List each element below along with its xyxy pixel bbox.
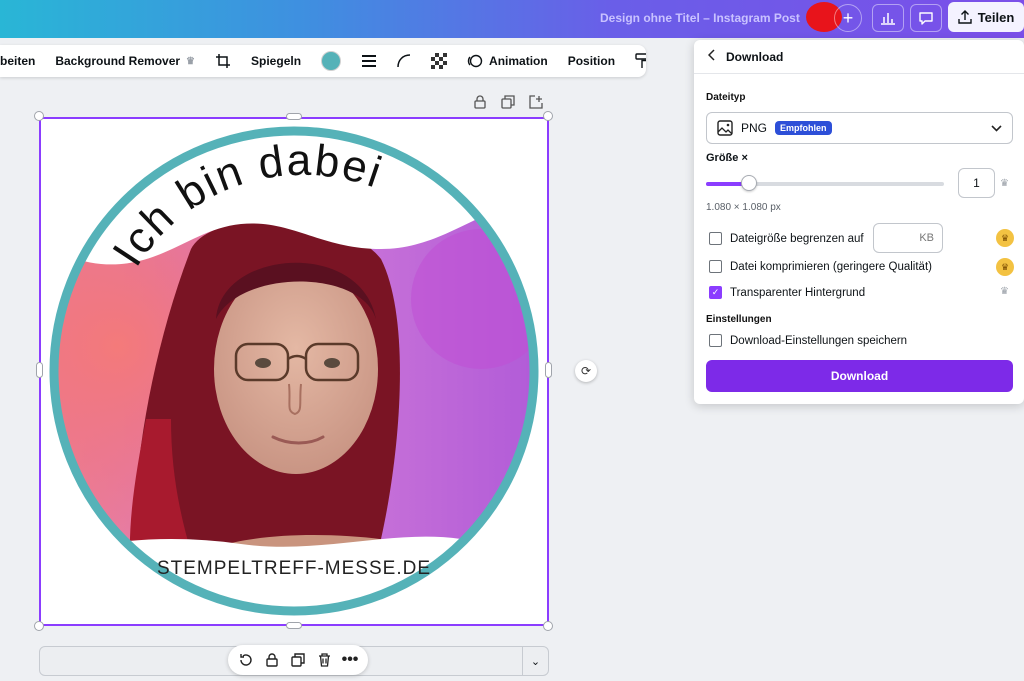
border-color-button[interactable]	[311, 45, 351, 77]
size-slider[interactable]	[706, 175, 944, 191]
size-input[interactable]: 1	[958, 168, 995, 198]
rotate-icon[interactable]: ⟳	[575, 360, 597, 382]
upload-icon	[957, 10, 972, 24]
back-chevron-icon[interactable]	[707, 49, 716, 64]
pro-crown-icon: ♛	[996, 258, 1014, 276]
panel-header: Download	[694, 40, 1024, 74]
color-swatch	[321, 51, 342, 71]
animation-label: Animation	[489, 54, 548, 68]
selection-actions	[472, 94, 544, 110]
insights-button[interactable]	[872, 4, 904, 32]
resize-handle-top-right[interactable]	[543, 111, 553, 121]
limit-size-row[interactable]: Dateigröße begrenzen auf	[709, 232, 864, 245]
image-toolbar: beiten Background Remover ♛ Spiegeln Ani…	[0, 45, 646, 77]
save-settings-checkbox[interactable]	[709, 334, 722, 347]
bar-chart-icon	[881, 13, 895, 25]
download-button[interactable]: Download	[706, 360, 1013, 392]
crop-button[interactable]	[205, 45, 241, 77]
add-button[interactable]: +	[834, 4, 862, 32]
resize-handle-right[interactable]	[545, 362, 552, 378]
border-style-button[interactable]	[351, 45, 387, 77]
comment-button[interactable]	[910, 4, 942, 32]
filetype-value: PNG	[741, 121, 768, 135]
share-button[interactable]: Teilen	[948, 2, 1024, 32]
trash-icon[interactable]	[316, 652, 332, 668]
add-page-icon[interactable]	[528, 94, 544, 110]
chevron-down-icon	[991, 121, 1002, 135]
transparency-button[interactable]	[421, 45, 457, 77]
limit-size-label: Dateigröße begrenzen auf	[730, 232, 864, 245]
compress-label: Datei komprimieren (geringere Qualität)	[730, 260, 932, 273]
resize-handle-bottom[interactable]	[286, 622, 302, 629]
duplicate-icon[interactable]	[290, 652, 306, 668]
resize-handle-bottom-right[interactable]	[543, 621, 553, 631]
panel-title: Download	[726, 49, 784, 64]
floating-toolbar: •••	[228, 645, 368, 675]
transparent-label: Transparenter Hintergrund	[730, 286, 866, 299]
compress-row[interactable]: Datei komprimieren (geringere Qualität)	[709, 260, 932, 273]
kb-input[interactable]: KB	[873, 223, 943, 253]
download-panel: Download Dateityp PNG Empfohlen Größe × …	[694, 40, 1024, 404]
profile-badge-image: Ich bin dabei STEMPELTREFF-MESSE.DE	[49, 126, 539, 616]
lock-icon[interactable]	[472, 94, 488, 110]
paint-format-button[interactable]	[625, 45, 646, 77]
comment-icon	[919, 12, 933, 25]
refresh-comment-icon[interactable]	[238, 652, 254, 668]
transparent-checkbox[interactable]: ✓	[709, 286, 722, 299]
size-label: Größe ×	[706, 152, 748, 164]
corner-rounding-button[interactable]	[387, 45, 421, 77]
resize-handle-top[interactable]	[286, 113, 302, 120]
filetype-select[interactable]: PNG Empfohlen	[706, 112, 1013, 144]
save-settings-row[interactable]: Download-Einstellungen speichern	[709, 334, 907, 347]
limit-size-checkbox[interactable]	[709, 232, 722, 245]
resize-handle-top-left[interactable]	[34, 111, 44, 121]
image-icon	[717, 120, 733, 136]
flip-button[interactable]: Spiegeln	[241, 45, 311, 77]
top-bar: Design ohne Titel – Instagram Post + Tei…	[0, 0, 1024, 38]
share-label: Teilen	[977, 9, 1015, 25]
dimensions-text: 1.080 × 1.080 px	[706, 202, 781, 213]
corner-curve-icon	[397, 54, 411, 68]
animation-button[interactable]: Animation	[457, 45, 558, 77]
compress-checkbox[interactable]	[709, 260, 722, 273]
filetype-label: Dateityp	[706, 92, 746, 103]
paint-roller-icon	[635, 53, 646, 68]
badge-bottom-text: STEMPELTREFF-MESSE.DE	[157, 558, 431, 579]
lock-icon[interactable]	[264, 652, 280, 668]
crop-icon	[216, 54, 231, 68]
pro-crown-icon: ♛	[996, 229, 1014, 247]
resize-handle-left[interactable]	[36, 362, 43, 378]
crown-icon: ♛	[186, 55, 196, 67]
animation-icon	[467, 54, 483, 68]
document-title[interactable]: Design ohne Titel – Instagram Post	[600, 11, 800, 25]
settings-label: Einstellungen	[706, 314, 772, 325]
position-button[interactable]: Position	[558, 45, 625, 77]
design-canvas[interactable]: Ich bin dabei STEMPELTREFF-MESSE.DE	[39, 117, 549, 626]
resize-handle-bottom-left[interactable]	[34, 621, 44, 631]
edit-label: beiten	[0, 54, 36, 68]
recommended-badge: Empfohlen	[775, 121, 832, 135]
background-remover-button[interactable]: Background Remover ♛	[45, 45, 205, 77]
transparency-icon	[431, 53, 448, 69]
save-settings-label: Download-Einstellungen speichern	[730, 334, 908, 347]
lines-icon	[362, 55, 377, 67]
transparent-row[interactable]: ✓ Transparenter Hintergrund	[709, 286, 865, 299]
edit-button[interactable]: beiten	[0, 45, 45, 77]
chevron-down-icon[interactable]: ⌄	[522, 647, 548, 675]
position-label: Position	[567, 54, 616, 68]
background-remover-label: Background Remover	[55, 54, 181, 68]
duplicate-icon[interactable]	[500, 94, 516, 110]
crown-icon: ♛	[1000, 178, 1009, 189]
flip-label: Spiegeln	[251, 54, 302, 68]
more-options-icon[interactable]: •••	[342, 651, 359, 668]
crown-icon: ♛	[1000, 286, 1009, 297]
slider-thumb[interactable]	[741, 175, 757, 191]
